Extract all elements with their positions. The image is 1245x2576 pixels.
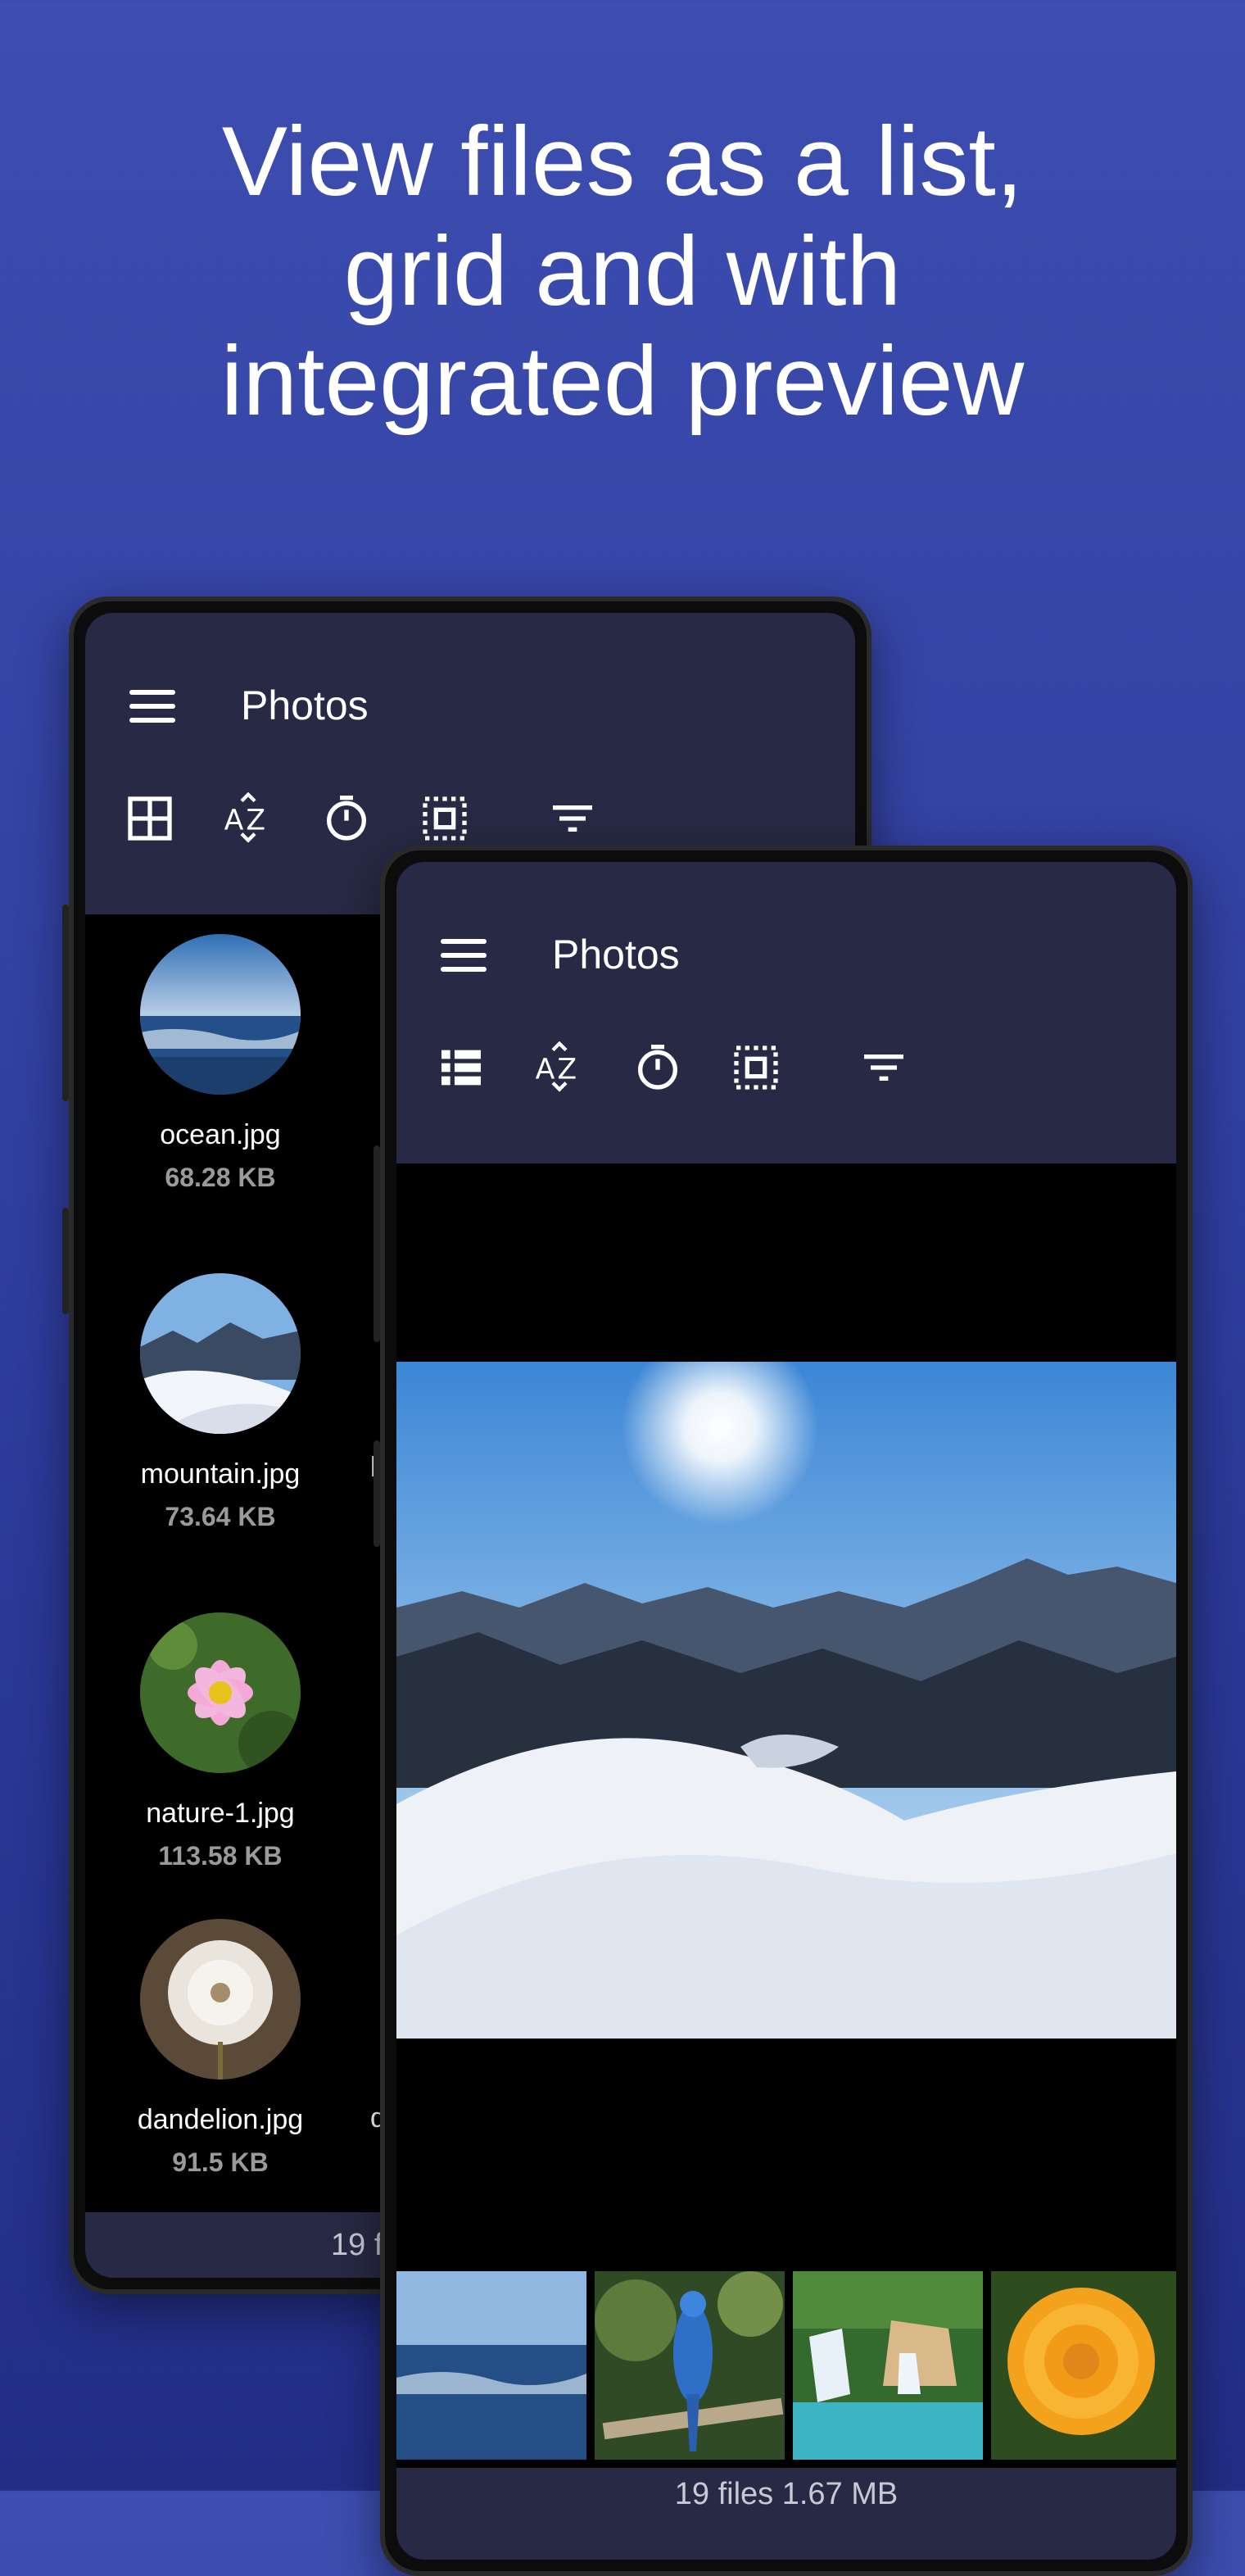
app-title: Photos: [552, 932, 680, 977]
headline-line-3: integrated preview: [220, 326, 1025, 436]
thumbnail-strip: [396, 2271, 1176, 2468]
timer-icon[interactable]: [318, 790, 375, 847]
headline-line-1: View files as a list,: [221, 107, 1024, 216]
side-button: [374, 1145, 380, 1342]
thumb-waterfall[interactable]: [793, 2271, 983, 2460]
side-button: [62, 905, 69, 1101]
headline: View files as a list, grid and with inte…: [0, 107, 1245, 436]
mountain-preview-image: [396, 1362, 1176, 2039]
select-all-icon[interactable]: [727, 1039, 785, 1096]
app-bar: Photos AZ: [396, 862, 1176, 1163]
side-button: [374, 1440, 380, 1547]
filter-icon[interactable]: [544, 790, 601, 847]
grid-item-ocean[interactable]: ocean.jpg 68.28 KB: [85, 934, 355, 1193]
svg-text:Z: Z: [246, 804, 265, 837]
list-view-icon[interactable]: [432, 1039, 490, 1096]
dandelion-thumbnail: [140, 1919, 301, 2079]
file-name: mountain.jpg: [140, 1458, 301, 1490]
image-preview[interactable]: [396, 1163, 1176, 2278]
thumb-ocean[interactable]: [396, 2271, 586, 2460]
thumb-flower[interactable]: [991, 2271, 1176, 2460]
svg-text:Z: Z: [557, 1053, 577, 1086]
file-size: 68.28 KB: [165, 1163, 276, 1192]
file-size: 73.64 KB: [165, 1502, 276, 1531]
file-name: dandelion.jpg: [137, 2104, 304, 2135]
footer-status: 19 files 1.67 MB: [396, 2468, 1176, 2560]
headline-line-2: grid and with: [343, 216, 902, 326]
flower-thumbnail: [140, 1612, 301, 1773]
select-all-icon[interactable]: [416, 790, 473, 847]
grid-view-icon[interactable]: [121, 790, 179, 847]
file-size: 91.5 KB: [172, 2147, 269, 2177]
sort-az-icon[interactable]: AZ: [220, 790, 277, 847]
thumb-parrot[interactable]: [595, 2271, 785, 2460]
mountain-thumbnail: [140, 1273, 301, 1434]
preview-screen: Photos AZ 19 files 1.67 MB: [396, 862, 1176, 2560]
filter-icon[interactable]: [855, 1039, 912, 1096]
grid-item-mountain[interactable]: mountain.jpg 73.64 KB: [85, 1273, 355, 1532]
file-grid: ocean.jpg 68.28 KB mountain.jpg 73.64 KB…: [85, 914, 380, 2212]
file-name: ocean.jpg: [160, 1119, 281, 1150]
menu-icon[interactable]: [441, 939, 487, 972]
timer-icon[interactable]: [629, 1039, 686, 1096]
app-title: Photos: [241, 683, 369, 728]
grid-item-dandelion[interactable]: dandelion.jpg 91.5 KB: [85, 1919, 355, 2178]
side-button: [62, 1208, 69, 1314]
toolbar: AZ: [396, 1039, 1176, 1113]
grid-item-nature[interactable]: nature-1.jpg 113.58 KB: [85, 1612, 355, 1871]
file-size: 113.58 KB: [158, 1841, 283, 1871]
svg-text:A: A: [536, 1053, 555, 1086]
svg-text:A: A: [224, 804, 244, 837]
phone-preview-view: Photos AZ 19 files 1.67 MB: [374, 846, 1193, 2576]
file-name: nature-1.jpg: [146, 1798, 295, 1829]
ocean-thumbnail: [140, 934, 301, 1095]
menu-icon[interactable]: [129, 690, 175, 723]
sort-az-icon[interactable]: AZ: [531, 1039, 588, 1096]
